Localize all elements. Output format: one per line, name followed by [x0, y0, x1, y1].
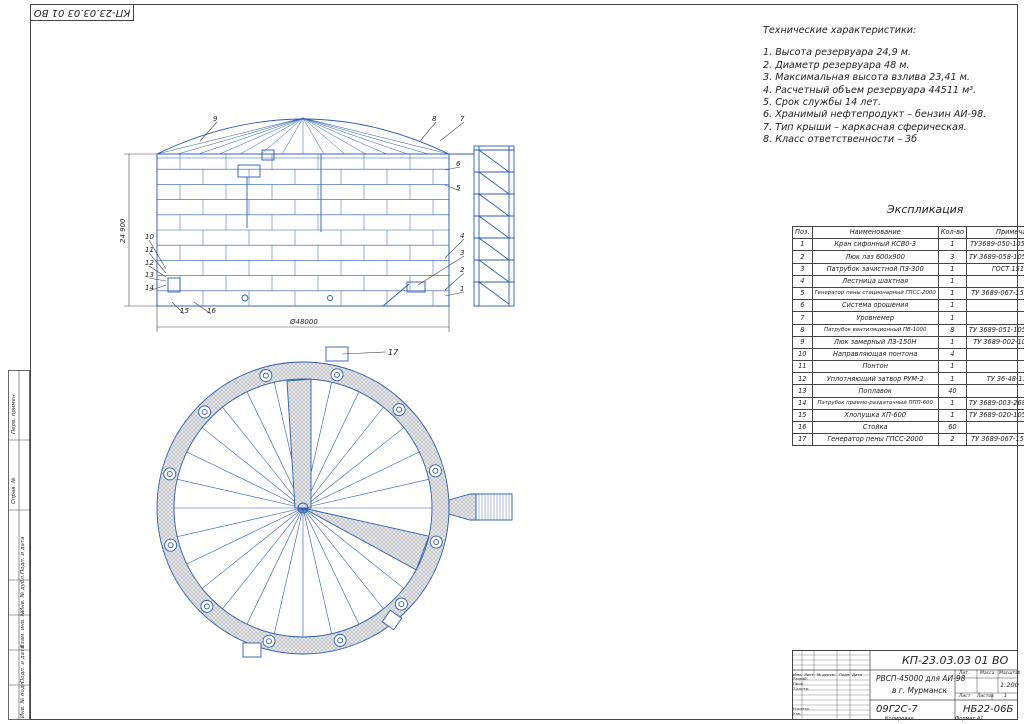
roof-rib — [156, 117, 304, 155]
vent-nozzle — [200, 599, 214, 613]
vent-nozzle — [392, 403, 406, 417]
vent-nozzle — [394, 597, 408, 611]
stair-flight — [478, 237, 510, 261]
vent-nozzle — [164, 538, 178, 552]
stair-flight — [478, 193, 510, 217]
callout-number: 8 — [432, 115, 437, 123]
callout-leader — [419, 121, 437, 142]
copied-label: Копировал — [885, 716, 914, 722]
callout-number: 5 — [456, 184, 461, 192]
callout-number: 9 — [213, 115, 218, 123]
vent-nozzle — [262, 634, 276, 648]
tb-date: Дата — [852, 672, 862, 677]
tb-lit-label: Лит. — [959, 671, 970, 676]
roof-rib — [281, 117, 304, 155]
tb-sheet-label: Лист — [959, 694, 971, 699]
foam-gen-17b — [242, 642, 262, 658]
foam-gen — [167, 277, 181, 293]
title-block: КП-23.03.03 01 ВО РВСП-45000 для АИ-98 в… — [792, 650, 1021, 720]
plan-platform — [448, 493, 477, 521]
roof-rib — [219, 117, 304, 155]
callout-number: 3 — [460, 249, 464, 257]
tb-doc: № докум. — [817, 672, 836, 677]
tb-name-line2: в г. Мурманск — [892, 686, 947, 695]
tb-sheets-label: Листов — [977, 694, 994, 699]
stair-flight — [478, 281, 510, 305]
stair-flight — [478, 259, 510, 283]
tb-scale-label: Масштаб — [999, 671, 1021, 676]
vent-nozzle — [330, 368, 344, 382]
callout-number: 16 — [207, 307, 216, 315]
tb-code: КП-23.03.03 01 ВО — [902, 654, 1009, 667]
callout-number: 14 — [145, 284, 154, 292]
roof-rib — [302, 117, 429, 155]
vent-nozzle — [198, 405, 212, 419]
tb-org: НБ22-06Б — [963, 704, 1014, 715]
callout-number: 15 — [180, 307, 189, 315]
tb-utv: Утв. — [793, 711, 801, 716]
tank-elevation-view — [156, 117, 515, 307]
roof-rib — [302, 117, 450, 155]
roof-rib — [302, 117, 325, 155]
callout-number: 11 — [145, 246, 154, 254]
tb-mass-label: Масса — [980, 671, 995, 676]
plan-callout: 17 — [388, 348, 399, 357]
callout-number: 7 — [460, 115, 465, 123]
tb-sheets-count: 1 — [1004, 694, 1007, 699]
diameter-dim-label: Ø48000 — [289, 318, 318, 326]
vent-nozzle — [428, 464, 442, 478]
tb-scale: 1:200 — [1000, 681, 1019, 689]
tank-plan-view: 17 — [156, 346, 513, 658]
callout-leader — [439, 121, 465, 142]
hatch-circle — [327, 295, 333, 301]
vent-nozzle — [333, 633, 347, 647]
callout-number: 4 — [460, 232, 464, 240]
callout-number: 6 — [456, 160, 461, 168]
tb-sign: Подп. — [839, 672, 851, 677]
vent-nozzle — [163, 467, 177, 481]
format-label: Формат А1 — [955, 716, 984, 722]
plan-callout-leader — [341, 351, 387, 355]
height-dim-label: 24 900 — [119, 218, 127, 243]
callout-number: 13 — [145, 271, 154, 279]
stair-flight — [478, 215, 510, 239]
hatch-circle — [241, 294, 249, 302]
callout-number: 12 — [145, 259, 154, 267]
roof-rib — [177, 117, 304, 155]
tank-drawing: 17 9 8 7 6 5 4 3 2 1 10 11 12 13 14 15 16 24 900 Ø48000 — [119, 115, 515, 658]
stair-flight — [478, 171, 510, 195]
vent-nozzle — [259, 369, 273, 383]
stair-flight — [478, 149, 510, 173]
vent-nozzle — [429, 535, 443, 549]
callout-number: 10 — [145, 233, 154, 241]
tb-name-line1: РВСП-45000 для АИ-98 — [876, 674, 966, 683]
tb-group: 09Г2С-7 — [876, 704, 918, 715]
callout-number: 2 — [460, 266, 465, 274]
callout-number: 1 — [460, 285, 464, 293]
tb-tkontr: Т.контр. — [793, 686, 810, 691]
roof-rib — [302, 117, 387, 155]
